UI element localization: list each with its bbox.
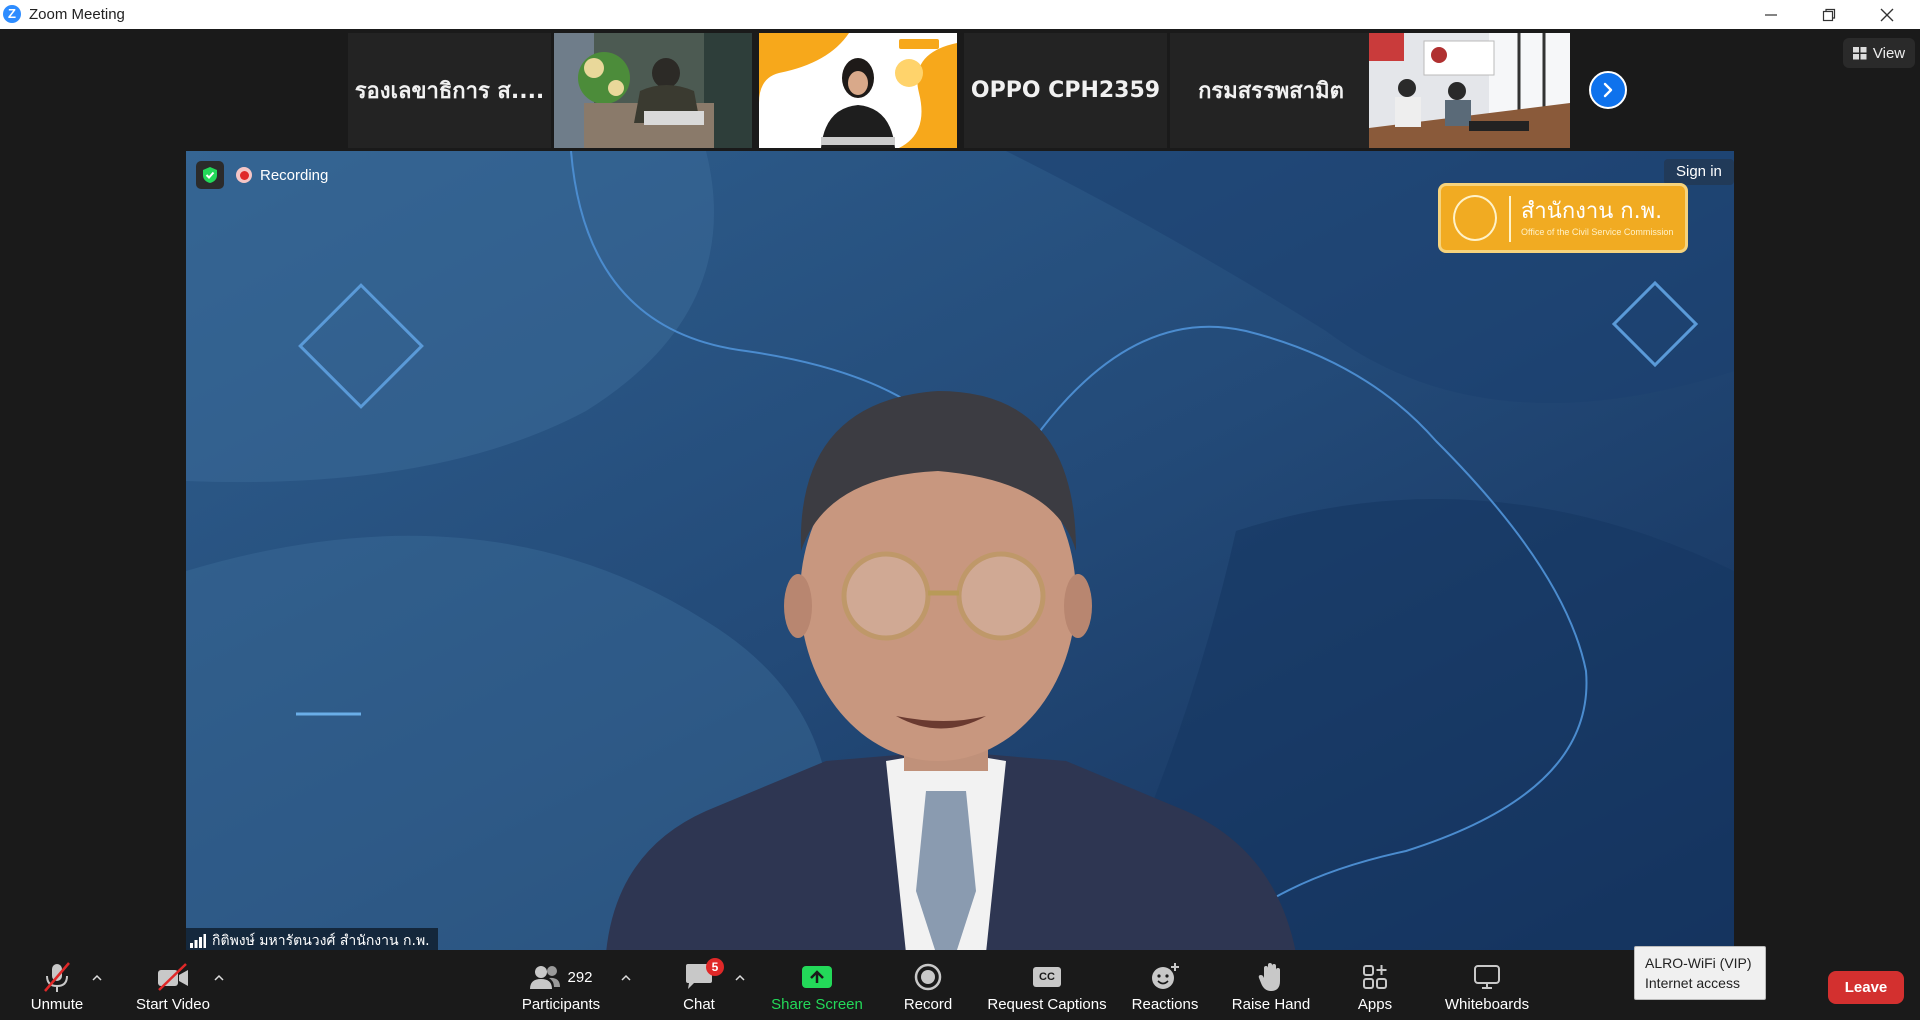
close-button[interactable] xyxy=(1858,0,1916,29)
view-button-label: View xyxy=(1872,44,1906,62)
zoom-logo-icon: Z xyxy=(3,5,21,23)
start-video-button[interactable]: Start Video xyxy=(128,960,218,1016)
record-icon xyxy=(914,963,942,991)
participant-video-tile[interactable] xyxy=(759,33,957,148)
restore-icon xyxy=(1822,8,1836,21)
recording-dot-icon xyxy=(236,167,252,183)
participant-tile[interactable]: รองเลขาธิการ ส.... xyxy=(348,33,551,148)
grid-icon xyxy=(1852,46,1867,59)
ocsc-logo-text: สำนักงาน ก.พ. xyxy=(1521,199,1663,224)
ocsc-logo: สำนักงาน ก.พ. Office of the Civil Servic… xyxy=(1438,183,1688,253)
camera-off-icon xyxy=(158,963,188,991)
view-button[interactable]: View xyxy=(1843,38,1915,68)
window-titlebar: Z Zoom Meeting xyxy=(0,0,1920,29)
apps-button[interactable]: Apps xyxy=(1350,960,1400,1016)
participant-strip: รองเลขาธิการ ส.... OPPO CPH2359 กรมสรรพส… xyxy=(348,33,1570,148)
participant-name: รองเลขาธิการ ส.... xyxy=(354,79,545,104)
close-icon xyxy=(1880,8,1894,21)
whiteboards-button[interactable]: Whiteboards xyxy=(1438,960,1536,1016)
chevron-up-icon xyxy=(735,974,745,981)
active-speaker-video: Recording Sign in สำนักงาน ก.พ. Office o… xyxy=(186,151,1734,953)
chevron-right-icon xyxy=(1603,82,1613,98)
sign-in-button[interactable]: Sign in xyxy=(1664,159,1734,185)
video-options-caret[interactable] xyxy=(212,970,226,984)
restore-button[interactable] xyxy=(1800,0,1858,29)
start-video-label: Start Video xyxy=(136,996,210,1013)
participants-options-caret[interactable] xyxy=(619,970,633,984)
meeting-toolbar: Unmute Start Video 292 Participants 5 Ch… xyxy=(0,950,1920,1020)
chevron-up-icon xyxy=(621,974,631,981)
strip-next-button[interactable] xyxy=(1589,71,1627,109)
participant-tile[interactable]: กรมสรรพสามิต xyxy=(1170,33,1372,148)
recording-indicator[interactable]: Recording xyxy=(236,161,328,189)
chevron-up-icon xyxy=(214,974,224,981)
unmute-button[interactable]: Unmute xyxy=(22,960,92,1016)
wifi-status: Internet access xyxy=(1645,975,1740,991)
raise-hand-icon xyxy=(1258,963,1280,991)
wifi-network-name: ALRO-WiFi (VIP) xyxy=(1645,955,1752,971)
record-label: Record xyxy=(903,996,953,1013)
reactions-button[interactable]: Reactions xyxy=(1128,960,1202,1016)
window-title: Zoom Meeting xyxy=(29,6,125,23)
speaker-name: กิติพงษ์ มหารัตนวงศ์ สำนักงาน ก.พ. xyxy=(212,932,430,949)
ocsc-seal-icon xyxy=(1453,195,1497,241)
share-screen-icon xyxy=(802,966,832,988)
chat-options-caret[interactable] xyxy=(733,970,747,984)
reactions-label: Reactions xyxy=(1131,996,1199,1013)
whiteboards-label: Whiteboards xyxy=(1444,996,1530,1013)
security-shield-button[interactable] xyxy=(196,161,224,189)
participant-video-tile[interactable] xyxy=(554,33,752,148)
whiteboard-icon xyxy=(1474,965,1500,989)
participant-video-presenter xyxy=(759,33,957,148)
emoji-reaction-icon xyxy=(1152,963,1179,989)
chevron-up-icon xyxy=(92,974,102,981)
ocsc-logo-subtext: Office of the Civil Service Commission xyxy=(1521,227,1674,237)
request-captions-label: Request Captions xyxy=(987,996,1107,1013)
shield-check-icon xyxy=(203,167,217,183)
microphone-muted-icon xyxy=(44,962,70,992)
participant-video-meeting-room xyxy=(1369,33,1570,148)
share-screen-label: Share Screen xyxy=(771,996,863,1013)
raise-hand-label: Raise Hand xyxy=(1231,996,1311,1013)
recording-label: Recording xyxy=(260,166,329,184)
participant-name: OPPO CPH2359 xyxy=(970,78,1161,103)
raise-hand-button[interactable]: Raise Hand xyxy=(1228,960,1314,1016)
audio-options-caret[interactable] xyxy=(90,970,104,984)
participants-count: 292 xyxy=(567,968,593,986)
leave-button[interactable]: Leave xyxy=(1828,971,1904,1004)
minimize-icon xyxy=(1765,13,1777,16)
chat-label: Chat xyxy=(683,996,715,1013)
participants-icon xyxy=(530,966,561,989)
signal-strength-icon xyxy=(190,933,206,948)
share-screen-button[interactable]: Share Screen xyxy=(768,960,866,1016)
closed-captions-icon: CC xyxy=(1033,967,1061,987)
chat-unread-badge: 5 xyxy=(706,958,724,976)
participant-video-office xyxy=(554,33,752,148)
participants-button[interactable]: 292 Participants xyxy=(516,960,606,1016)
unmute-label: Unmute xyxy=(30,996,84,1013)
chat-button[interactable]: 5 Chat xyxy=(674,958,724,1016)
minimize-button[interactable] xyxy=(1742,0,1800,29)
record-button[interactable]: Record xyxy=(896,960,960,1016)
apps-label: Apps xyxy=(1357,996,1393,1013)
participant-video-tile[interactable] xyxy=(1369,33,1570,148)
participants-label: Participants xyxy=(521,996,601,1013)
participant-name: กรมสรรพสามิต xyxy=(1198,79,1344,104)
wifi-tooltip: ALRO-WiFi (VIP) Internet access xyxy=(1634,946,1766,1000)
participant-tile[interactable]: OPPO CPH2359 xyxy=(964,33,1167,148)
speaker-video-feed xyxy=(186,151,1734,953)
meeting-stage: รองเลขาธิการ ส.... OPPO CPH2359 กรมสรรพส… xyxy=(0,29,1920,953)
apps-icon xyxy=(1363,965,1387,989)
request-captions-button[interactable]: CC Request Captions xyxy=(984,960,1110,1016)
